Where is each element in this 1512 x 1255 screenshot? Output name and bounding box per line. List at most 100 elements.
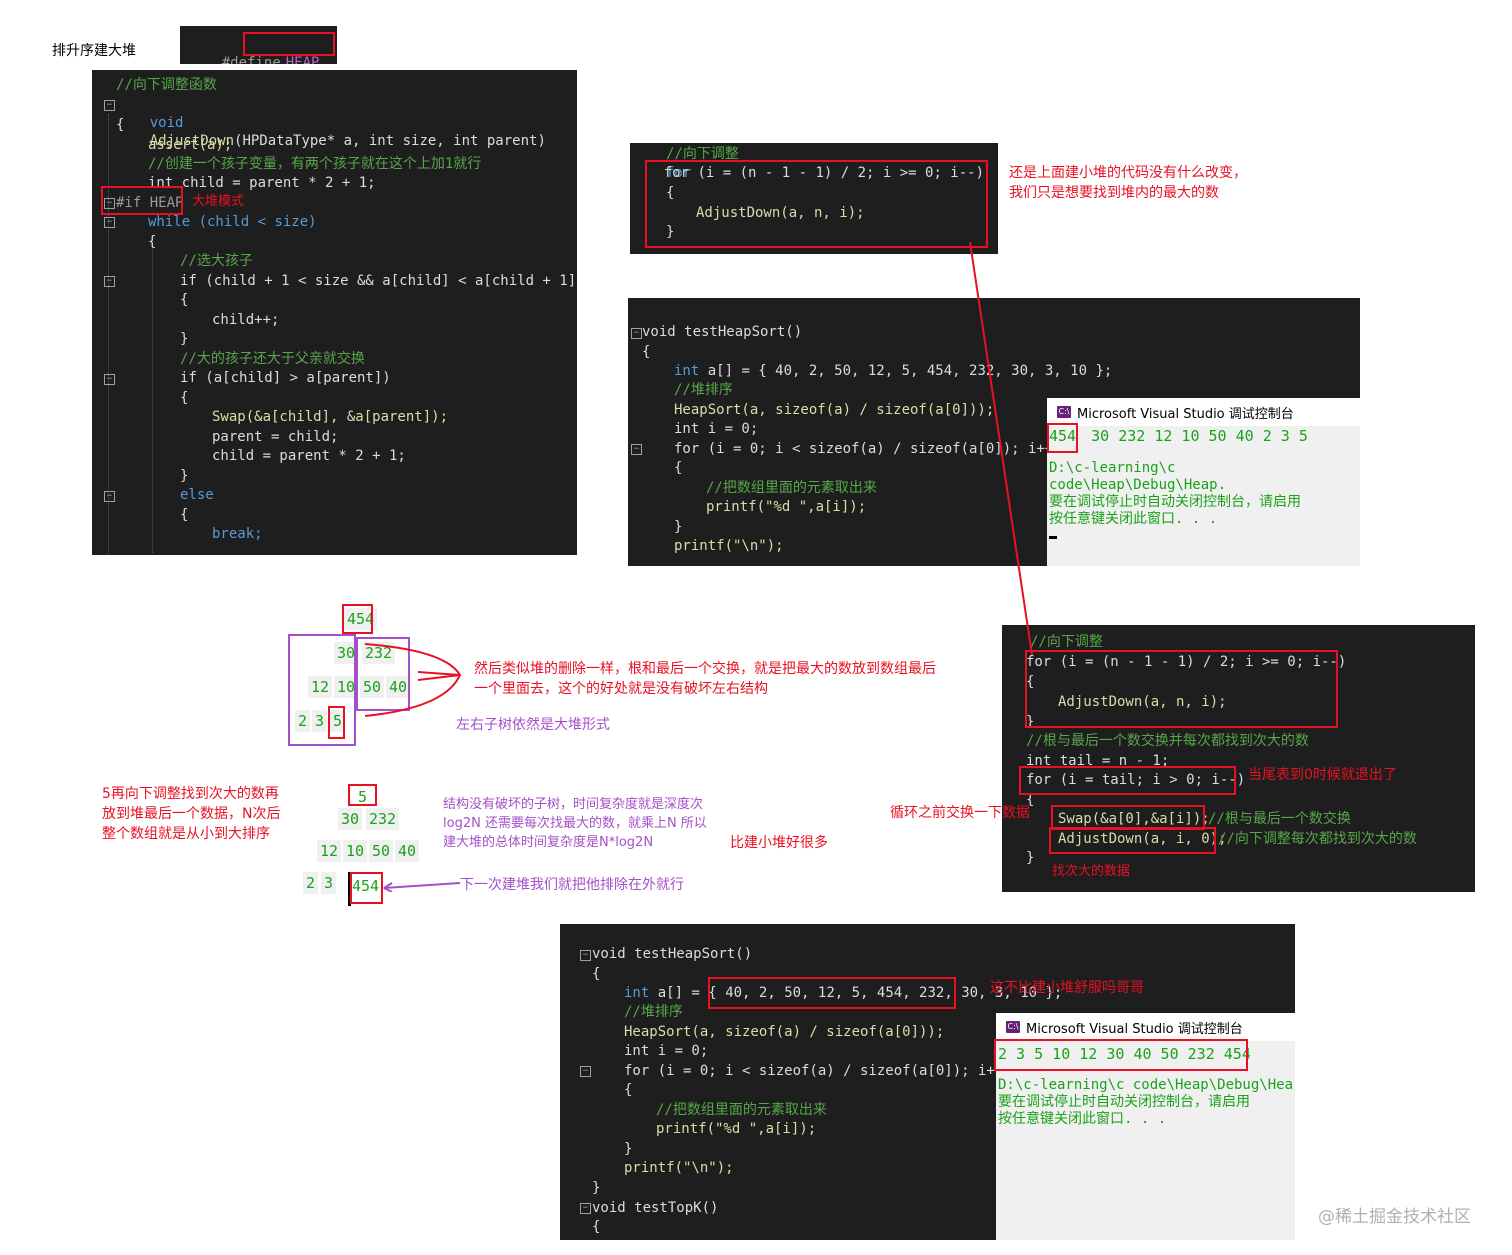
- console-title-bar: C:\ Microsoft Visual Studio 调试控制台: [1047, 398, 1360, 426]
- console-message: 按任意键关闭此窗口. . .: [998, 1111, 1167, 1127]
- code-line: //创建一个孩子变量，有两个孩子就在这个上加1就行: [148, 156, 482, 172]
- subtree-note: 左右子树依然是大堆形式: [456, 717, 610, 733]
- exclude-note: 下一次建堆我们就把他排除在外就行: [460, 877, 684, 893]
- excluded-highlight: [350, 872, 383, 904]
- code-line: {: [180, 390, 189, 406]
- code-line: printf("\n");: [624, 1160, 734, 1176]
- code-line: HeapSort(a, sizeof(a) / sizeof(a[0]));: [624, 1024, 945, 1040]
- code-line: child++;: [212, 312, 280, 328]
- tree-node: 50: [369, 840, 394, 862]
- tree-node: 10: [343, 840, 368, 862]
- code-line: assert(a);: [148, 137, 233, 153]
- code-line: {: [180, 507, 189, 523]
- code-line: HeapSort(a, sizeof(a) / sizeof(a[0]));: [674, 402, 995, 418]
- code-line: int i = 0;: [674, 421, 759, 437]
- code-line: {: [592, 966, 601, 982]
- visual-studio-icon: C:\: [1006, 1021, 1020, 1033]
- code-line: //堆排序: [624, 1004, 683, 1020]
- array-decl: a[] = { 40, 2, 50, 12, 5, 454, 232, 30, …: [707, 363, 1113, 379]
- code-line: }: [180, 331, 189, 347]
- code-line: {: [674, 460, 683, 476]
- code-line: }: [180, 468, 189, 484]
- fold-toggle-icon[interactable]: −: [580, 1203, 591, 1214]
- code-line: //向下调整每次都找到次大的数: [1218, 831, 1417, 847]
- code-line: }: [624, 1141, 633, 1157]
- fold-toggle-icon[interactable]: −: [580, 1066, 591, 1077]
- fold-toggle-icon[interactable]: −: [580, 950, 591, 961]
- swap-note: 然后类似堆的删除一样，根和最后一个交换，就是把最大的数放到数组最后一个里面去，这…: [474, 661, 936, 697]
- int-keyword: int: [624, 985, 650, 1001]
- console-cursor: [1049, 536, 1057, 539]
- fold-toggle-icon[interactable]: −: [104, 100, 115, 111]
- readjust-note: 5再向下调整找到次大的数再放到堆最后一个数据，N次后整个数组就是从小到大排序: [102, 786, 281, 842]
- console-title: Microsoft Visual Studio 调试控制台: [1026, 1021, 1243, 1037]
- console-path: D:\c-learning\c code\Heap\Debug\Hea: [998, 1077, 1294, 1093]
- console-message: 要在调试停止时自动关闭控制台，请启用: [998, 1094, 1250, 1110]
- code-line: {: [592, 1219, 601, 1235]
- array-decl-line: int a[] = { 40, 2, 50, 12, 5, 454, 232, …: [674, 362, 1112, 380]
- adjust-down-comment: //向下调整函数: [116, 77, 217, 93]
- code-line: //把数组里面的元素取出来: [706, 480, 877, 496]
- connector-line: [969, 241, 1033, 656]
- code-line: {: [180, 292, 189, 308]
- console-message: 要在调试停止时自动关闭控制台，请启用: [1049, 494, 1301, 510]
- exclude-arrow: [383, 882, 461, 892]
- sorted-output-highlight: [994, 1039, 1248, 1071]
- heap-mode-annotation: 大堆模式: [192, 194, 245, 209]
- code-line: //向下调整: [1030, 634, 1103, 650]
- watermark: @稀土掘金技术社区: [1318, 1207, 1471, 1227]
- fold-toggle-icon[interactable]: −: [104, 276, 115, 287]
- tail-loop-highlight: [1019, 766, 1236, 795]
- adjust-highlight: [1049, 827, 1216, 854]
- find-next-note: 找次大的数据: [1052, 864, 1131, 879]
- code-line: parent = child;: [212, 429, 339, 445]
- code-line: //根与最后一个数交换并每次都找到次大的数: [1026, 733, 1309, 749]
- fold-toggle-icon[interactable]: −: [631, 328, 642, 339]
- code-line: printf("%d ",a[i]);: [656, 1121, 817, 1137]
- fold-toggle-icon[interactable]: −: [104, 217, 115, 228]
- signature-line: void testHeapSort(): [592, 946, 753, 962]
- define-highlight: [243, 32, 335, 56]
- code-line: while (child < size): [148, 214, 317, 230]
- loop-note: 还是上面建小堆的代码没有什么改变，我们只是想要找到堆内的最大的数: [1009, 165, 1247, 201]
- better-note: 比建小堆好很多: [730, 835, 828, 851]
- comfort-note: 这不比建小堆舒服吗哥哥: [990, 980, 1144, 996]
- void-keyword: void: [149, 115, 184, 131]
- tree-node: 40: [395, 840, 420, 862]
- visual-studio-icon: C:\: [1057, 406, 1071, 418]
- console-path: D:\c-learning\c code\Heap\Debug\Heap.: [1049, 460, 1227, 493]
- code-line: //把数组里面的元素取出来: [656, 1102, 827, 1118]
- swap-arrow: [364, 643, 462, 717]
- fold-toggle-icon[interactable]: −: [104, 491, 115, 502]
- array-values-highlight: [708, 977, 956, 1009]
- fold-toggle-icon[interactable]: −: [104, 374, 115, 385]
- tree-node: 232: [366, 808, 400, 830]
- code-line: printf("%d ",a[i]);: [706, 499, 867, 515]
- code-line: child = parent * 2 + 1;: [212, 448, 406, 464]
- tree-node: 2: [303, 872, 319, 894]
- signature-line: void testHeapSort(): [642, 324, 803, 340]
- console-output: 30 232 12 10 50 40 2 3 5: [1091, 427, 1308, 445]
- code-line: }: [1026, 850, 1035, 866]
- console-title: Microsoft Visual Studio 调试控制台: [1077, 406, 1294, 422]
- console-title-bar: C:\ Microsoft Visual Studio 调试控制台: [996, 1013, 1295, 1041]
- console-message: 按任意键关闭此窗口. . .: [1049, 511, 1218, 527]
- tree-node: 30: [338, 808, 363, 830]
- debug-console-1: C:\ Microsoft Visual Studio 调试控制台 454 30…: [1047, 398, 1360, 566]
- fold-toggle-icon[interactable]: −: [631, 444, 642, 455]
- code-line: if (child + 1 < size && a[child] < a[chi…: [180, 273, 577, 289]
- code-line: {: [116, 117, 125, 133]
- code-line: if (a[child] > a[parent]): [180, 370, 391, 386]
- loop-highlight: [645, 160, 988, 248]
- code-line: Swap(&a[child], &a[parent]);: [212, 409, 449, 425]
- code-line: {: [624, 1082, 633, 1098]
- left-subtree-box: [288, 634, 356, 746]
- new-root-highlight: [348, 784, 377, 806]
- complexity-note: 结构没有破坏的子树，时间复杂度就是深度次log2N 还需要每次找最大的数，就乘上…: [443, 797, 707, 850]
- code-line: printf("\n");: [674, 538, 784, 554]
- if-heap-highlight: [101, 186, 183, 215]
- code-line: }: [592, 1180, 601, 1196]
- build-loop-highlight: [1025, 650, 1338, 728]
- function-params: (HPDataType* a, int size, int parent): [234, 133, 546, 149]
- code-line: for (i = 0; i < sizeof(a) / sizeof(a[0])…: [624, 1063, 1012, 1079]
